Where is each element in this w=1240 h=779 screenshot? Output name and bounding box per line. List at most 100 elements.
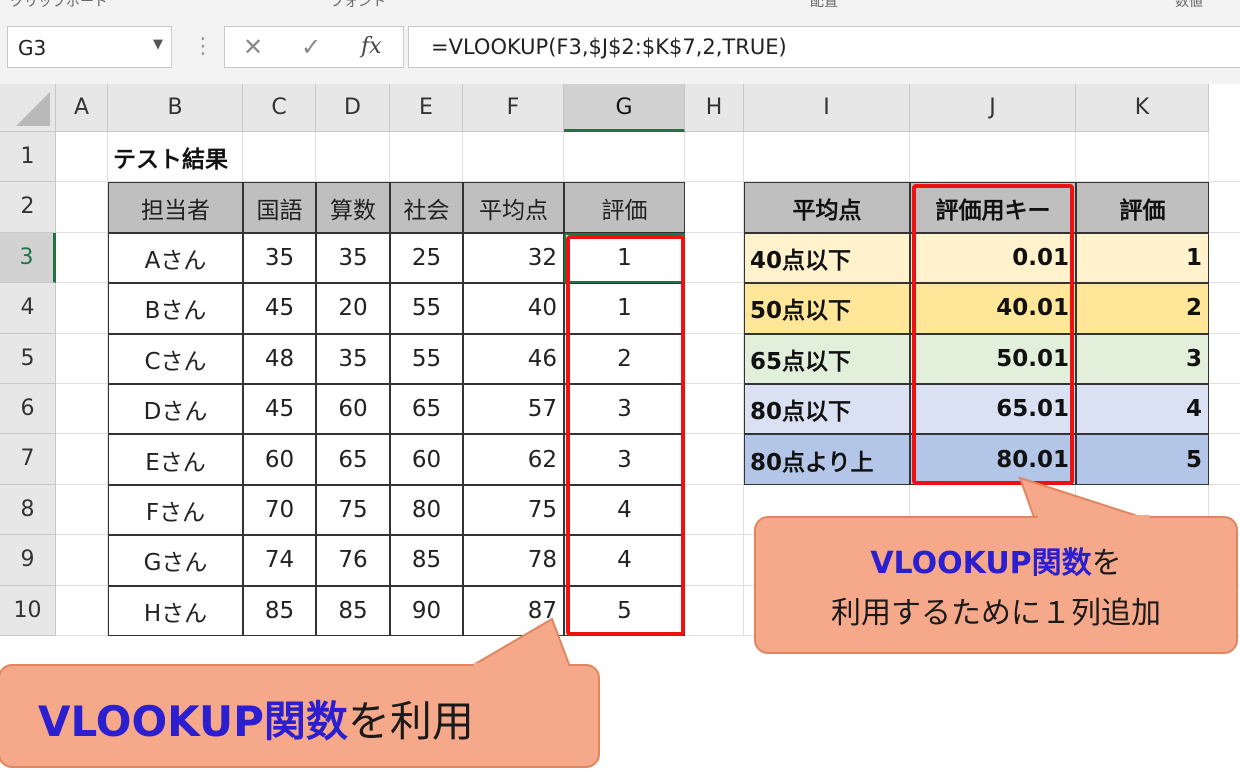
score-cell[interactable]: 35 <box>316 333 390 384</box>
row-header-8[interactable]: 8 <box>0 484 56 536</box>
grade-result-cell[interactable]: 2 <box>564 333 685 384</box>
score-cell[interactable]: 55 <box>390 283 463 334</box>
insert-function-icon[interactable]: fx <box>361 34 382 59</box>
grade-result-cell[interactable]: 4 <box>564 535 685 586</box>
row-header-2[interactable]: 2 <box>0 182 56 233</box>
person-name-cell[interactable]: Cさん <box>108 333 243 384</box>
lookup-key-cell[interactable]: 80.01 <box>910 434 1076 485</box>
ribbon-label-clipboard: クリップボード <box>10 0 108 10</box>
person-name-cell[interactable]: Aさん <box>108 232 243 284</box>
score-cell[interactable]: 65 <box>316 434 390 485</box>
column-header-a[interactable]: A <box>56 84 108 132</box>
callout-right-line1: VLOOKUP関数を <box>756 538 1236 582</box>
score-cell[interactable]: 20 <box>316 283 390 334</box>
column-header-i[interactable]: I <box>744 84 910 132</box>
score-cell[interactable]: 85 <box>390 535 463 586</box>
table-header-cell: 平均点 <box>463 182 564 233</box>
column-header-h[interactable]: H <box>685 84 744 132</box>
callout-right-bold: VLOOKUP関数 <box>870 546 1092 581</box>
score-cell[interactable]: 25 <box>390 232 463 284</box>
select-all-corner[interactable] <box>0 84 56 132</box>
score-cell[interactable]: 62 <box>463 434 564 485</box>
cancel-icon[interactable]: ✕ <box>243 33 263 61</box>
row-header-10[interactable]: 10 <box>0 585 56 636</box>
score-cell[interactable]: 87 <box>463 585 564 636</box>
score-cell[interactable]: 90 <box>390 585 463 636</box>
score-cell[interactable]: 65 <box>390 384 463 435</box>
score-cell[interactable]: 60 <box>243 434 316 485</box>
score-cell[interactable]: 60 <box>316 384 390 435</box>
score-cell[interactable]: 75 <box>316 484 390 536</box>
row-header-3[interactable]: 3 <box>0 232 56 284</box>
score-cell[interactable]: 85 <box>243 585 316 636</box>
score-cell[interactable]: 45 <box>243 384 316 435</box>
row-header-7[interactable]: 7 <box>0 434 56 485</box>
formula-text: =VLOOKUP(F3,$J$2:$K$7,2,TRUE) <box>431 35 787 59</box>
person-name-cell[interactable]: Gさん <box>108 535 243 586</box>
lookup-range-label[interactable]: 65点以下 <box>744 333 910 384</box>
lookup-grade-cell[interactable]: 5 <box>1076 434 1209 485</box>
column-header-j[interactable]: J <box>910 84 1076 132</box>
score-cell[interactable]: 40 <box>463 283 564 334</box>
score-cell[interactable]: 74 <box>243 535 316 586</box>
enter-icon[interactable]: ✓ <box>301 33 321 61</box>
grade-result-cell[interactable]: 4 <box>564 484 685 536</box>
score-cell[interactable]: 45 <box>243 283 316 334</box>
lookup-grade-cell[interactable]: 4 <box>1076 384 1209 435</box>
formula-input[interactable]: =VLOOKUP(F3,$J$2:$K$7,2,TRUE) <box>408 26 1240 68</box>
person-name-cell[interactable]: Bさん <box>108 283 243 334</box>
lookup-grade-cell[interactable]: 3 <box>1076 333 1209 384</box>
name-box[interactable]: G3 ▼ <box>7 26 172 68</box>
column-header-c[interactable]: C <box>243 84 316 132</box>
score-cell[interactable]: 57 <box>463 384 564 435</box>
lookup-grade-cell[interactable]: 1 <box>1076 232 1209 284</box>
grade-result-cell[interactable]: 3 <box>564 384 685 435</box>
person-name-cell[interactable]: Hさん <box>108 585 243 636</box>
score-cell[interactable]: 85 <box>316 585 390 636</box>
person-name-cell[interactable]: Dさん <box>108 384 243 435</box>
row-header-1[interactable]: 1 <box>0 132 56 183</box>
table-header-cell: 担当者 <box>108 182 243 233</box>
column-header-e[interactable]: E <box>390 84 463 132</box>
person-name-cell[interactable]: Eさん <box>108 434 243 485</box>
score-cell[interactable]: 80 <box>390 484 463 536</box>
score-cell[interactable]: 60 <box>390 434 463 485</box>
column-header-b[interactable]: B <box>108 84 243 132</box>
score-cell[interactable]: 35 <box>243 232 316 284</box>
grade-result-cell[interactable]: 5 <box>564 585 685 636</box>
table-header-cell: 評価 <box>564 182 685 233</box>
callout-right-rest: を <box>1091 546 1122 581</box>
column-header-d[interactable]: D <box>316 84 390 132</box>
score-cell[interactable]: 48 <box>243 333 316 384</box>
score-cell[interactable]: 32 <box>463 232 564 284</box>
row-header-5[interactable]: 5 <box>0 333 56 384</box>
row-header-4[interactable]: 4 <box>0 283 56 334</box>
lookup-key-cell[interactable]: 65.01 <box>910 384 1076 435</box>
lookup-key-cell[interactable]: 50.01 <box>910 333 1076 384</box>
callout-right-tail-joint <box>1038 515 1150 521</box>
lookup-range-label[interactable]: 40点以下 <box>744 232 910 284</box>
score-cell[interactable]: 70 <box>243 484 316 536</box>
row-header-6[interactable]: 6 <box>0 384 56 435</box>
lookup-key-cell[interactable]: 40.01 <box>910 283 1076 334</box>
grade-result-cell[interactable]: 1 <box>564 283 685 334</box>
column-header-g[interactable]: G <box>564 84 685 132</box>
row-header-9[interactable]: 9 <box>0 535 56 586</box>
lookup-grade-cell[interactable]: 2 <box>1076 283 1209 334</box>
lookup-key-cell[interactable]: 0.01 <box>910 232 1076 284</box>
lookup-range-label[interactable]: 80点以下 <box>744 384 910 435</box>
lookup-range-label[interactable]: 80点より上 <box>744 434 910 485</box>
score-cell[interactable]: 46 <box>463 333 564 384</box>
lookup-range-label[interactable]: 50点以下 <box>744 283 910 334</box>
chevron-down-icon[interactable]: ▼ <box>153 37 163 52</box>
score-cell[interactable]: 35 <box>316 232 390 284</box>
grade-result-cell[interactable]: 3 <box>564 434 685 485</box>
drag-handle-icon[interactable]: ⋮ <box>192 34 214 59</box>
score-cell[interactable]: 76 <box>316 535 390 586</box>
column-header-f[interactable]: F <box>463 84 564 132</box>
score-cell[interactable]: 78 <box>463 535 564 586</box>
person-name-cell[interactable]: Fさん <box>108 484 243 536</box>
column-header-k[interactable]: K <box>1076 84 1209 132</box>
score-cell[interactable]: 75 <box>463 484 564 536</box>
score-cell[interactable]: 55 <box>390 333 463 384</box>
